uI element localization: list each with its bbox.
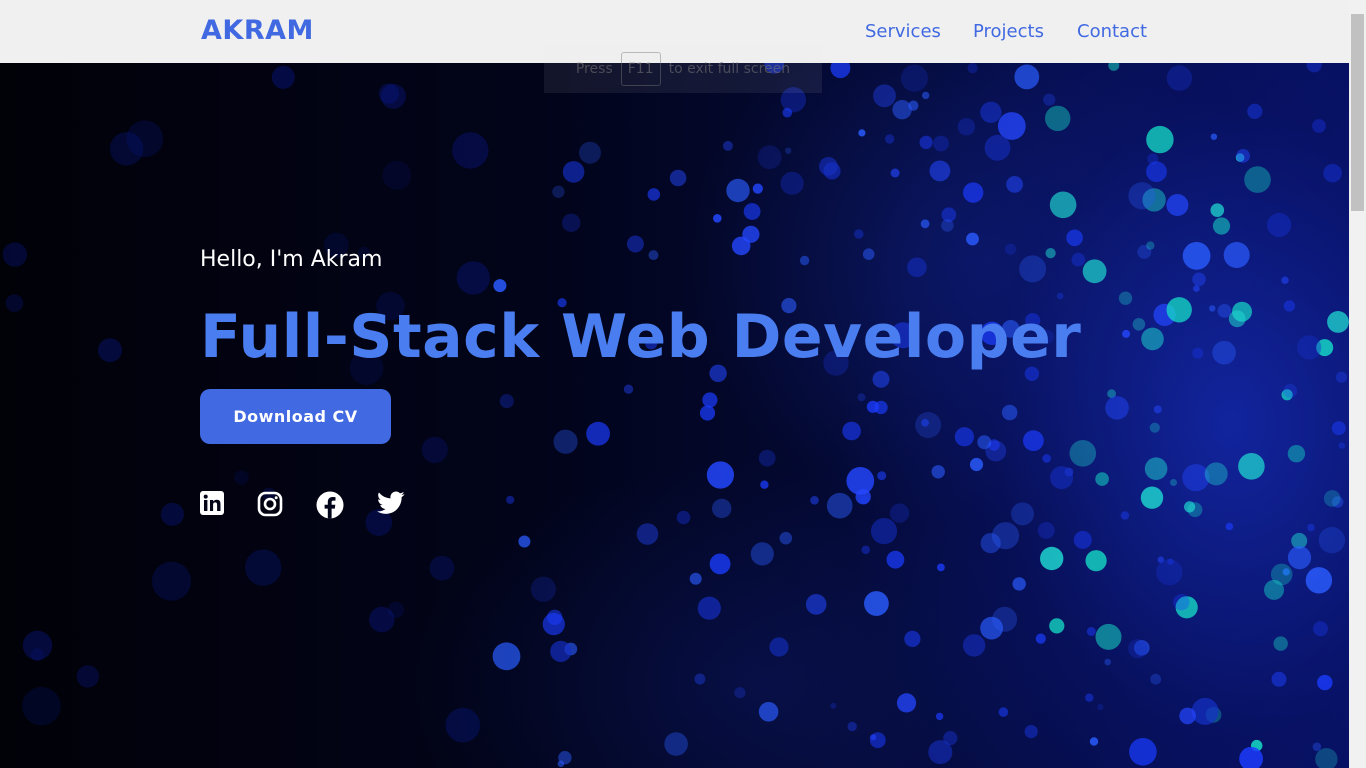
hero-headline: Full-Stack Web Developer	[200, 302, 1082, 372]
site-logo[interactable]: AKRAM	[201, 14, 314, 48]
fullscreen-hint-key: F11	[620, 52, 661, 86]
nav-link-services[interactable]: Services	[865, 20, 941, 44]
fullscreen-hint: Press F11 to exit full screen	[544, 45, 822, 93]
download-cv-button[interactable]: Download CV	[200, 389, 391, 444]
instagram-icon[interactable]	[257, 491, 283, 517]
nav-link-contact[interactable]: Contact	[1077, 20, 1147, 44]
twitter-icon[interactable]	[377, 491, 405, 517]
scrollbar-thumb[interactable]	[1351, 14, 1364, 211]
nav-link-projects[interactable]: Projects	[973, 20, 1044, 44]
hero-greeting: Hello, I'm Akram	[200, 247, 383, 272]
fullscreen-hint-after: to exit full screen	[668, 61, 791, 77]
page: AKRAM Services Projects Contact Hello, I…	[0, 0, 1366, 768]
hero-section: Hello, I'm Akram Full-Stack Web Develope…	[0, 63, 1349, 768]
fullscreen-hint-before: Press	[575, 61, 613, 77]
facebook-icon[interactable]	[316, 491, 344, 519]
linkedin-icon[interactable]	[200, 491, 226, 517]
page-scrollbar[interactable]	[1349, 0, 1366, 768]
